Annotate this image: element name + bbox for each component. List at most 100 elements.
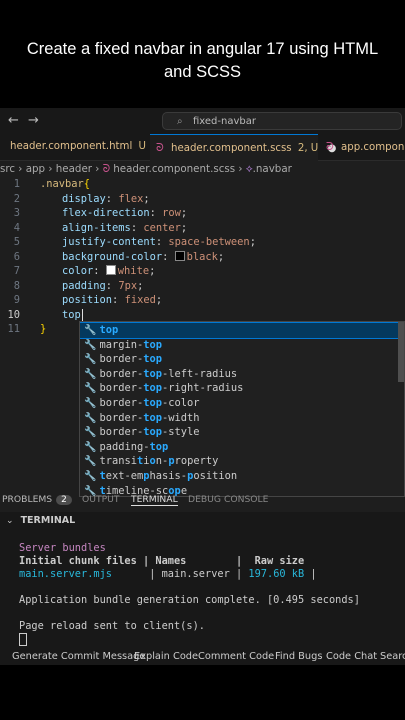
css-value: black xyxy=(186,250,218,263)
status-code-chat[interactable]: Code Chat xyxy=(326,648,377,665)
status-find-bugs[interactable]: Find Bugs xyxy=(275,648,322,665)
code-line: color: white; xyxy=(62,265,156,277)
color-swatch-white[interactable] xyxy=(105,265,116,275)
css-value: flex xyxy=(118,192,144,205)
line-number: 5 xyxy=(13,236,20,248)
wrench-icon: 🔧 xyxy=(84,325,97,336)
tab-header-html[interactable]: header.component.html U xyxy=(0,134,146,160)
suggestion-match: top xyxy=(143,338,163,351)
suggestion-text: transi xyxy=(99,455,137,468)
tab-problems[interactable]: PROBLEMS 2 xyxy=(2,494,72,505)
css-value: fixed xyxy=(124,294,156,306)
open-brace: { xyxy=(83,178,91,190)
breadcrumb-path[interactable]: src › app › header › xyxy=(0,163,103,175)
suggestions-scrollbar[interactable] xyxy=(398,322,404,382)
suggestion-item[interactable]: 🔧 transition-property xyxy=(80,454,404,469)
breadcrumb-symbol[interactable]: .navbar xyxy=(253,163,292,175)
suggestion-text: border- xyxy=(99,353,144,366)
terminal-output[interactable]: Server bundles Initial chunk files | Nam… xyxy=(0,530,405,648)
typed-text: top xyxy=(62,308,81,321)
tab-label: app.componen xyxy=(341,142,405,153)
bundle-size: 197.60 kB xyxy=(248,568,305,580)
status-explain-code[interactable]: Explain Code xyxy=(134,648,198,665)
suggestion-match: top xyxy=(99,324,119,336)
css-property: padding xyxy=(62,279,106,292)
suggestion-match: top xyxy=(143,367,163,380)
panel-tabs: PROBLEMS 2 OUTPUT TERMINAL DEBUG CONSOLE xyxy=(0,490,405,510)
suggestion-text: padding- xyxy=(99,440,150,453)
wrench-icon: 🔧 xyxy=(84,383,97,395)
line-number: 10 xyxy=(7,308,20,321)
breadcrumb-separator: › xyxy=(235,163,246,175)
css-value: row xyxy=(162,207,181,219)
tab-output[interactable]: OUTPUT xyxy=(82,494,119,505)
suggestion-text: -left-radius xyxy=(162,367,238,380)
line-number: 9 xyxy=(13,294,20,306)
title-bar: ← → ⌕ fixed-navbar xyxy=(0,108,405,134)
status-comment-code[interactable]: Comment Code xyxy=(198,648,274,665)
terminal-line: Initial chunk files | Names | Raw size xyxy=(19,555,305,567)
wrench-icon: 🔧 xyxy=(84,339,97,351)
css-value: white xyxy=(117,265,150,277)
back-arrow-icon[interactable]: ← xyxy=(8,113,19,128)
suggestion-text: ext-em xyxy=(105,470,144,482)
tab-header-scss[interactable]: ᘐ header.component.scss 2, U ● xyxy=(150,134,336,161)
suggestion-item[interactable]: 🔧 border-top-style xyxy=(80,425,404,440)
sass-icon: ᘐ xyxy=(326,140,334,153)
status-search[interactable]: Search xyxy=(380,648,405,665)
suggestion-item[interactable]: 🔧 margin-top xyxy=(80,338,404,353)
code-line: .navbar{ xyxy=(40,178,90,190)
wrench-icon: 🔧 xyxy=(84,398,97,409)
suggestion-item[interactable]: 🔧 padding-top xyxy=(80,440,404,455)
suggestion-match: top xyxy=(143,353,163,366)
breadcrumb-file[interactable]: header.component.scss xyxy=(113,163,235,175)
wrench-icon: 🔧 xyxy=(84,456,97,468)
code-line: background-color: black; xyxy=(62,250,225,263)
suggestion-text: border- xyxy=(99,411,144,424)
suggestion-item[interactable]: 🔧 border-top-color xyxy=(80,396,404,411)
code-line: } xyxy=(40,323,46,335)
wrench-icon: 🔧 xyxy=(84,354,97,366)
bundle-name: | main.server | xyxy=(112,568,249,580)
wrench-icon: 🔧 xyxy=(84,427,97,439)
suggestion-text: border- xyxy=(99,367,144,380)
line-number: 11 xyxy=(7,323,20,335)
suggestion-text: -style xyxy=(162,426,200,439)
code-line: flex-direction: row; xyxy=(62,207,188,219)
css-property: position xyxy=(62,294,113,306)
tab-terminal[interactable]: TERMINAL xyxy=(131,494,178,506)
suggestion-text: hasis- xyxy=(149,470,188,482)
wrench-icon: 🔧 xyxy=(84,412,97,424)
video-caption: Create a fixed navbar in angular 17 usin… xyxy=(0,38,405,84)
suggestion-item[interactable]: 🔧 text-emphasis-position xyxy=(80,469,404,484)
forward-arrow-icon[interactable]: → xyxy=(28,113,39,128)
line-number: 7 xyxy=(13,265,20,277)
suggestion-item[interactable]: 🔧 border-top xyxy=(80,352,404,367)
text-cursor xyxy=(81,308,83,321)
tab-debug-console[interactable]: DEBUG CONSOLE xyxy=(188,494,268,505)
tab-git-status: U xyxy=(138,141,146,152)
close-brace: } xyxy=(40,323,47,335)
css-value: space-between xyxy=(168,236,250,248)
suggestion-item[interactable]: 🔧 border-top-right-radius xyxy=(80,381,404,396)
code-line: align-items: center; xyxy=(62,221,188,234)
suggestion-item[interactable]: 🔧 border-top-left-radius xyxy=(80,367,404,382)
bundle-file: main.server.mjs xyxy=(19,568,112,580)
command-center-search[interactable]: ⌕ fixed-navbar xyxy=(162,112,402,130)
code-line: position: fixed; xyxy=(62,294,163,306)
terminal-prompt xyxy=(19,633,27,647)
color-swatch-black[interactable] xyxy=(174,250,185,261)
tab-app-component[interactable]: ᘐ app.componen xyxy=(326,134,405,160)
css-property: justify-content xyxy=(62,236,156,248)
status-generate-commit-message[interactable]: Generate Commit Message xyxy=(12,648,145,665)
css-selector: .navbar xyxy=(40,178,84,190)
suggestion-text: n- xyxy=(155,455,169,468)
terminal-section-header[interactable]: ⌄ TERMINAL xyxy=(0,512,405,530)
terminal-line: Server bundles xyxy=(19,542,106,554)
wrench-icon: 🔧 xyxy=(84,441,97,453)
suggestion-item[interactable]: 🔧 border-top-width xyxy=(80,411,404,426)
status-bar: Generate Commit Message Explain Code Com… xyxy=(0,648,405,665)
suggestion-item[interactable]: 🔧 top xyxy=(80,322,404,339)
tab-git-status: 2, U xyxy=(297,143,319,154)
suggestion-match: top xyxy=(143,411,163,424)
